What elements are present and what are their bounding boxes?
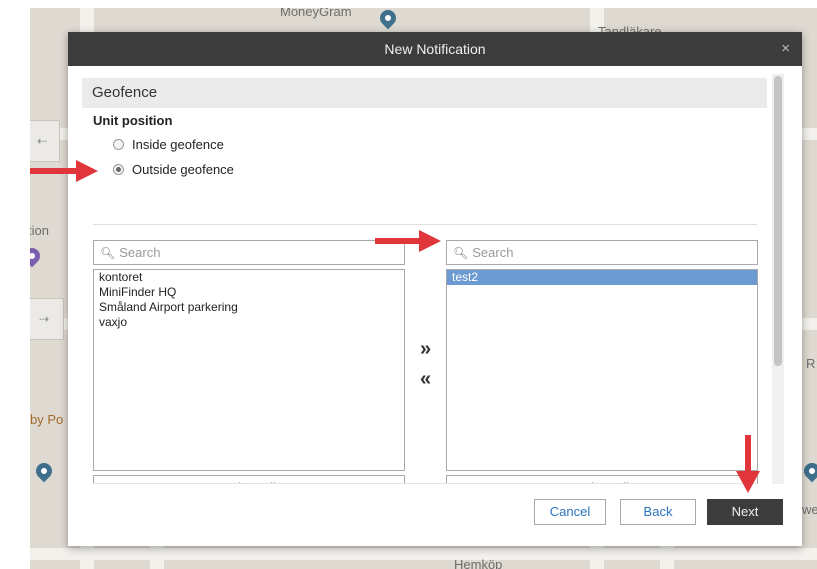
next-button[interactable]: Next [707, 499, 783, 525]
map-label-r: R [806, 356, 816, 371]
cancel-button[interactable]: Cancel [534, 499, 606, 525]
dialog-content: Geofence Unit position Inside geofence O… [68, 66, 802, 484]
search-icon: 🔍︎ [100, 245, 116, 260]
scrollbar-thumb[interactable] [774, 76, 782, 366]
radio-label: Inside geofence [132, 137, 224, 152]
selected-geofence-list[interactable]: test2 [446, 269, 758, 471]
list-item[interactable]: Småland Airport parkering [94, 300, 404, 315]
dialog-title: New Notification [384, 41, 486, 57]
dialog-titlebar: New Notification × [68, 32, 802, 66]
map-label-hemkop: Hemköp [454, 557, 503, 569]
search-icon: 🔍︎ [453, 245, 469, 260]
list-item[interactable]: kontoret [94, 270, 404, 285]
move-right-button[interactable]: » [420, 338, 431, 361]
new-notification-dialog: New Notification × Geofence Unit positio… [68, 32, 802, 546]
available-search-input[interactable]: 🔍︎ Search [93, 240, 405, 265]
footer-divider [93, 483, 757, 484]
map-direction-icon: ⇢ [30, 298, 64, 340]
section-title: Geofence [82, 78, 767, 108]
radio-button[interactable] [113, 139, 124, 150]
search-placeholder: Search [472, 245, 514, 260]
search-placeholder: Search [119, 245, 161, 260]
map-label-moneygram: MoneyGram [280, 8, 352, 19]
map-pin-icon [32, 459, 56, 483]
list-item[interactable]: vaxjo [94, 315, 404, 330]
radio-inside-geofence[interactable]: Inside geofence [113, 137, 224, 152]
list-item[interactable]: MiniFinder HQ [94, 285, 404, 300]
map-pin-icon [30, 244, 44, 268]
map-label-we: we [802, 502, 817, 517]
radio-label: Outside geofence [132, 162, 234, 177]
radio-outside-geofence[interactable]: Outside geofence [113, 162, 234, 177]
radio-button[interactable] [113, 164, 124, 175]
map-label-by-po: by Po [30, 412, 64, 427]
map-pin-icon [376, 8, 400, 30]
annotation-arrow-icon [375, 230, 441, 252]
list-item[interactable]: test2 [447, 270, 757, 285]
available-geofence-list[interactable]: kontoret MiniFinder HQ Småland Airport p… [93, 269, 405, 471]
move-left-button[interactable]: « [420, 368, 431, 391]
back-button[interactable]: Back [620, 499, 696, 525]
close-icon[interactable]: × [781, 32, 790, 66]
map-direction-icon: ⇠ [30, 120, 60, 162]
map-road [30, 548, 817, 560]
annotation-arrow-icon [30, 160, 98, 182]
unit-position-label: Unit position [93, 113, 173, 128]
selected-search-input[interactable]: 🔍︎ Search [446, 240, 758, 265]
divider [93, 224, 757, 225]
annotation-arrow-icon [736, 435, 760, 493]
map-pin-icon [800, 459, 817, 483]
map-label-tion: tion [30, 223, 49, 238]
